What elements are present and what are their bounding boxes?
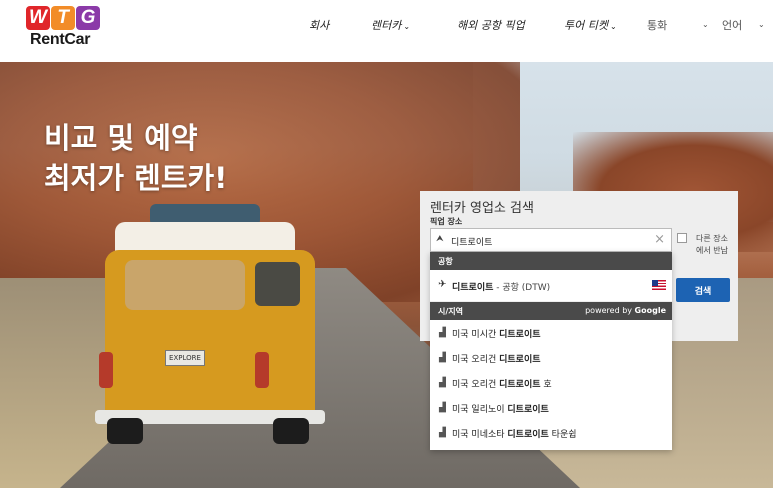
return-other-location-checkbox[interactable] bbox=[677, 233, 687, 243]
airport-suggestion[interactable]: ✈ 디트로이트 - 공항 (DTW) bbox=[430, 270, 672, 302]
van-roof bbox=[115, 222, 295, 252]
nav-overseas-pickup[interactable]: 해외 공항 픽업 bbox=[457, 17, 525, 33]
city-suffix: 타운쉽 bbox=[548, 430, 577, 440]
city-suggestion[interactable]: ▟ 미국 일리노이 디트로이트 bbox=[430, 395, 672, 420]
city-icon: ▟ bbox=[439, 328, 446, 338]
airplane-icon: ✈ bbox=[438, 279, 447, 290]
city-icon: ▟ bbox=[439, 403, 446, 413]
city-suggestion-text: 미국 오리건 디트로이트 bbox=[452, 352, 541, 365]
hero-van-image: EXPLORE bbox=[95, 204, 325, 444]
location-arrow-icon: ⮝ bbox=[436, 234, 444, 244]
city-match: 디트로이트 bbox=[499, 330, 541, 340]
city-suggestion[interactable]: ▟ 미국 오리건 디트로이트 bbox=[430, 345, 672, 370]
return-other-location-line1: 다른 장소 bbox=[696, 234, 728, 243]
airport-name: 디트로이트 bbox=[452, 283, 494, 293]
city-icon: ▟ bbox=[439, 428, 446, 438]
nav-tour-ticket-label: 투어 티켓 bbox=[564, 19, 608, 32]
city-suggestion[interactable]: ▟ 미국 미네소타 디트로이트 타운쉽 bbox=[430, 420, 672, 445]
city-section-header: 시/지역 powered by Google bbox=[430, 302, 672, 320]
main-nav: 회사 렌터카 ⌄ 해외 공항 픽업 투어 티켓 ⌄ 통화 ⌄ 언어 ⌄ bbox=[0, 17, 773, 37]
city-prefix: 미국 오리건 bbox=[452, 380, 500, 390]
airport-section-label: 공항 bbox=[438, 257, 453, 266]
return-other-location-label: 다른 장소 에서 반납 bbox=[696, 233, 736, 257]
language-dropdown[interactable]: ⌄ bbox=[756, 17, 765, 30]
city-suggestion-text: 미국 일리노이 디트로이트 bbox=[452, 402, 549, 415]
nav-tour-ticket[interactable]: 투어 티켓 ⌄ bbox=[564, 17, 617, 33]
nav-rentcar-label: 렌터카 bbox=[371, 19, 402, 32]
powered-by-text: powered by bbox=[585, 306, 635, 315]
van-side-window bbox=[255, 262, 300, 306]
city-prefix: 미국 일리노이 bbox=[452, 405, 508, 415]
van-window bbox=[125, 260, 245, 310]
airport-suggestion-text: 디트로이트 - 공항 (DTW) bbox=[452, 280, 550, 293]
city-suggestion-text: 미국 미네소타 디트로이트 타운쉽 bbox=[452, 427, 577, 440]
city-suggestion[interactable]: ▟ 미국 미시간 디트로이트 bbox=[430, 320, 672, 345]
hero-headline: 비교 및 예약 최저가 렌트카! bbox=[44, 118, 227, 198]
nav-company[interactable]: 회사 bbox=[309, 17, 329, 33]
pickup-location-label: 픽업 장소 bbox=[430, 217, 463, 226]
close-icon[interactable]: × bbox=[654, 232, 665, 247]
city-match: 디트로이트 bbox=[499, 380, 541, 390]
airport-section-header: 공항 bbox=[430, 252, 672, 270]
return-other-location-line2: 에서 반납 bbox=[696, 246, 728, 255]
site-header: W T G RentCar 회사 렌터카 ⌄ 해외 공항 픽업 투어 티켓 ⌄ 통화… bbox=[0, 0, 773, 62]
city-suggestion-text: 미국 미시간 디트로이트 bbox=[452, 327, 541, 340]
search-panel-title: 렌터카 영업소 검색 bbox=[430, 201, 534, 216]
van-taillight bbox=[99, 352, 113, 388]
city-suffix: 호 bbox=[540, 380, 552, 390]
city-prefix: 미국 오리건 bbox=[452, 355, 500, 365]
us-flag-icon bbox=[652, 280, 666, 290]
chevron-down-icon: ⌄ bbox=[758, 20, 765, 29]
city-suggestion[interactable]: ▟ 미국 오리건 디트로이트 호 bbox=[430, 370, 672, 395]
van-wheel bbox=[107, 418, 143, 444]
city-icon: ▟ bbox=[439, 353, 446, 363]
city-section-label: 시/지역 bbox=[438, 307, 464, 316]
city-suggestion-text: 미국 오리건 디트로이트 호 bbox=[452, 377, 552, 390]
nav-language[interactable]: 언어 bbox=[722, 17, 742, 33]
nav-currency[interactable]: 통화 bbox=[647, 17, 667, 33]
city-match: 디트로이트 bbox=[499, 355, 541, 365]
chevron-down-icon: ⌄ bbox=[702, 20, 709, 29]
nav-rentcar[interactable]: 렌터카 ⌄ bbox=[371, 17, 410, 33]
hero-headline-line1: 비교 및 예약 bbox=[44, 121, 198, 155]
location-autocomplete-dropdown: 공항 ✈ 디트로이트 - 공항 (DTW) 시/지역 powered by Go… bbox=[430, 252, 672, 450]
city-prefix: 미국 미네소타 bbox=[452, 430, 508, 440]
city-match: 디트로이트 bbox=[507, 405, 549, 415]
hero-headline-line2: 최저가 렌트카! bbox=[44, 161, 228, 195]
currency-dropdown[interactable]: ⌄ bbox=[700, 17, 709, 30]
van-taillight bbox=[255, 352, 269, 388]
powered-by-google: powered by Google bbox=[585, 306, 666, 315]
airport-suffix: - 공항 (DTW) bbox=[493, 283, 551, 293]
search-button[interactable]: 검색 bbox=[676, 278, 730, 302]
google-logo: Google bbox=[634, 306, 666, 315]
city-prefix: 미국 미시간 bbox=[452, 330, 500, 340]
chevron-down-icon: ⌄ bbox=[403, 22, 411, 31]
pickup-location-input[interactable]: ⮝ 디트로이트 × bbox=[430, 228, 672, 252]
chevron-down-icon: ⌄ bbox=[609, 22, 617, 31]
van-license-plate: EXPLORE bbox=[165, 350, 205, 366]
pickup-location-value: 디트로이트 bbox=[451, 238, 493, 248]
city-match: 디트로이트 bbox=[507, 430, 549, 440]
van-wheel bbox=[273, 418, 309, 444]
city-icon: ▟ bbox=[439, 378, 446, 388]
